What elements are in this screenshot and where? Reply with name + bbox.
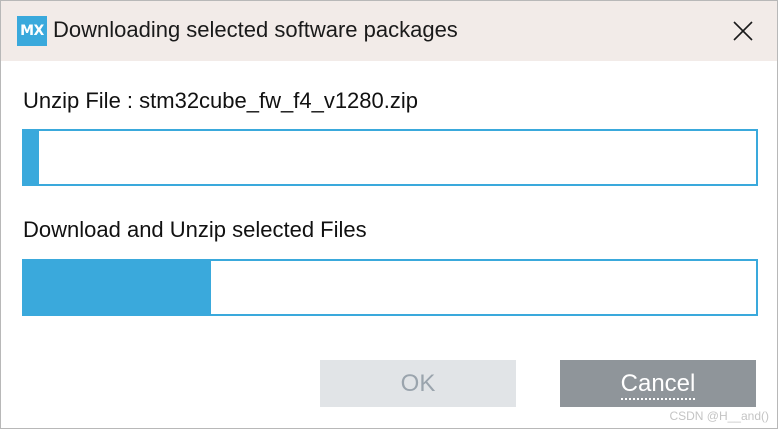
- unzip-progress-bar: [22, 129, 758, 186]
- ok-button[interactable]: OK: [320, 360, 516, 407]
- close-icon: [733, 21, 753, 41]
- cancel-button[interactable]: Cancel: [560, 360, 756, 407]
- dialog-title: Downloading selected software packages: [53, 17, 458, 42]
- cancel-button-label: Cancel: [620, 370, 696, 400]
- unzip-file-label: Unzip File : stm32cube_fw_f4_v1280.zip: [23, 88, 418, 113]
- close-button[interactable]: [719, 13, 767, 49]
- overall-progress-label: Download and Unzip selected Files: [23, 217, 367, 242]
- stm32cubemx-logo-icon: MX: [17, 16, 47, 46]
- overall-progress-bar: [22, 259, 758, 316]
- unzip-progress-fill: [24, 131, 39, 184]
- overall-progress-fill: [24, 261, 211, 314]
- download-dialog: MX Downloading selected software package…: [0, 0, 778, 429]
- watermark: CSDN @H__and(): [669, 409, 769, 423]
- title-bar[interactable]: MX Downloading selected software package…: [1, 1, 777, 61]
